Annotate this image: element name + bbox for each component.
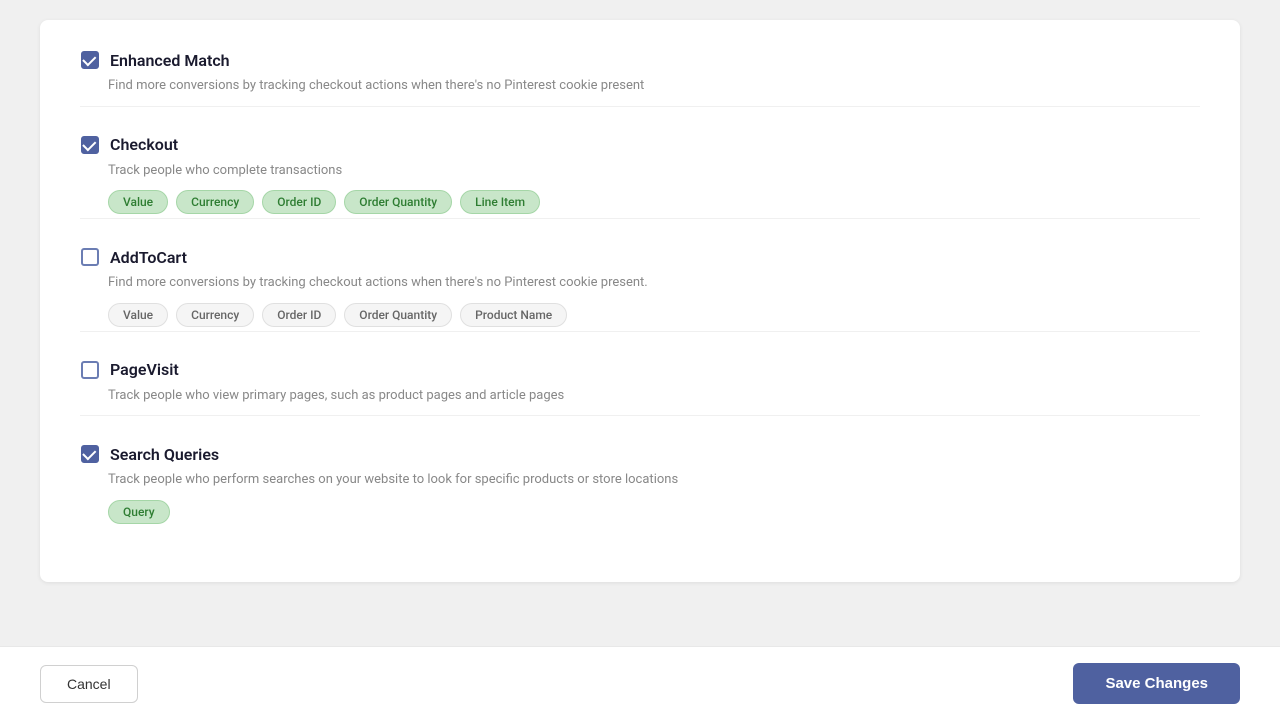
divider-3 [80, 415, 1200, 416]
section-description-page-visit: Track people who view primary pages, suc… [108, 386, 1200, 406]
checkbox-wrapper-page-visit [80, 360, 100, 380]
checkbox-wrapper-checkout [80, 135, 100, 155]
section-tags-checkout: Value Currency Order ID Order Quantity Line … [108, 190, 1200, 214]
section-tags-add-to-cart: Value Currency Order ID Order Quantity Produ… [108, 303, 1200, 327]
tag-order-id: Order ID [262, 190, 336, 214]
checkbox-add-to-cart[interactable] [81, 248, 99, 266]
divider-1 [80, 218, 1200, 219]
section-title-search-queries: Search Queries [110, 445, 219, 464]
section-page-visit: PageVisit Track people who view primary p… [80, 360, 1200, 417]
section-description-search-queries: Track people who perform searches on you… [108, 470, 1200, 490]
section-header-search-queries: Search Queries [80, 444, 1200, 464]
checkbox-enhanced-match[interactable] [81, 51, 99, 69]
section-title-enhanced-match: Enhanced Match [110, 51, 230, 70]
checkbox-wrapper-add-to-cart [80, 247, 100, 267]
cancel-button[interactable]: Cancel [40, 665, 138, 703]
section-add-to-cart: AddToCart Find more conversions by tracki… [80, 247, 1200, 332]
checkbox-checkout[interactable] [81, 136, 99, 154]
section-title-add-to-cart: AddToCart [110, 248, 187, 267]
footer: Cancel Save Changes [0, 646, 1280, 720]
section-header-enhanced-match: Enhanced Match [80, 50, 1200, 70]
section-header-checkout: Checkout [80, 135, 1200, 155]
checkbox-page-visit[interactable] [81, 361, 99, 379]
tag-order-quantity: Order Quantity [344, 190, 452, 214]
section-description-enhanced-match: Find more conversions by tracking checko… [108, 76, 1200, 96]
section-title-page-visit: PageVisit [110, 360, 179, 379]
tag-query: Query [108, 500, 170, 524]
tag-value: Value [108, 190, 168, 214]
section-description-add-to-cart: Find more conversions by tracking checko… [108, 273, 1200, 293]
save-changes-button[interactable]: Save Changes [1073, 663, 1240, 704]
tag-currency: Currency [176, 190, 254, 214]
settings-card: Enhanced Match Find more conversions by t… [40, 20, 1240, 582]
checkbox-wrapper-enhanced-match [80, 50, 100, 70]
section-enhanced-match: Enhanced Match Find more conversions by t… [80, 50, 1200, 107]
tag-currency: Currency [176, 303, 254, 327]
checkbox-search-queries[interactable] [81, 445, 99, 463]
section-description-checkout: Track people who complete transactions [108, 161, 1200, 181]
tag-line-item: Line Item [460, 190, 540, 214]
tag-order-quantity: Order Quantity [344, 303, 452, 327]
section-checkout: Checkout Track people who complete transa… [80, 135, 1200, 220]
section-tags-search-queries: Query [108, 500, 1200, 524]
section-title-checkout: Checkout [110, 135, 178, 154]
divider-2 [80, 331, 1200, 332]
section-header-add-to-cart: AddToCart [80, 247, 1200, 267]
section-search-queries: Search Queries Track people who perform s… [80, 444, 1200, 524]
divider-0 [80, 106, 1200, 107]
tag-product-name: Product Name [460, 303, 567, 327]
section-header-page-visit: PageVisit [80, 360, 1200, 380]
main-content: Enhanced Match Find more conversions by t… [0, 0, 1280, 646]
tag-order-id: Order ID [262, 303, 336, 327]
checkbox-wrapper-search-queries [80, 444, 100, 464]
tag-value: Value [108, 303, 168, 327]
